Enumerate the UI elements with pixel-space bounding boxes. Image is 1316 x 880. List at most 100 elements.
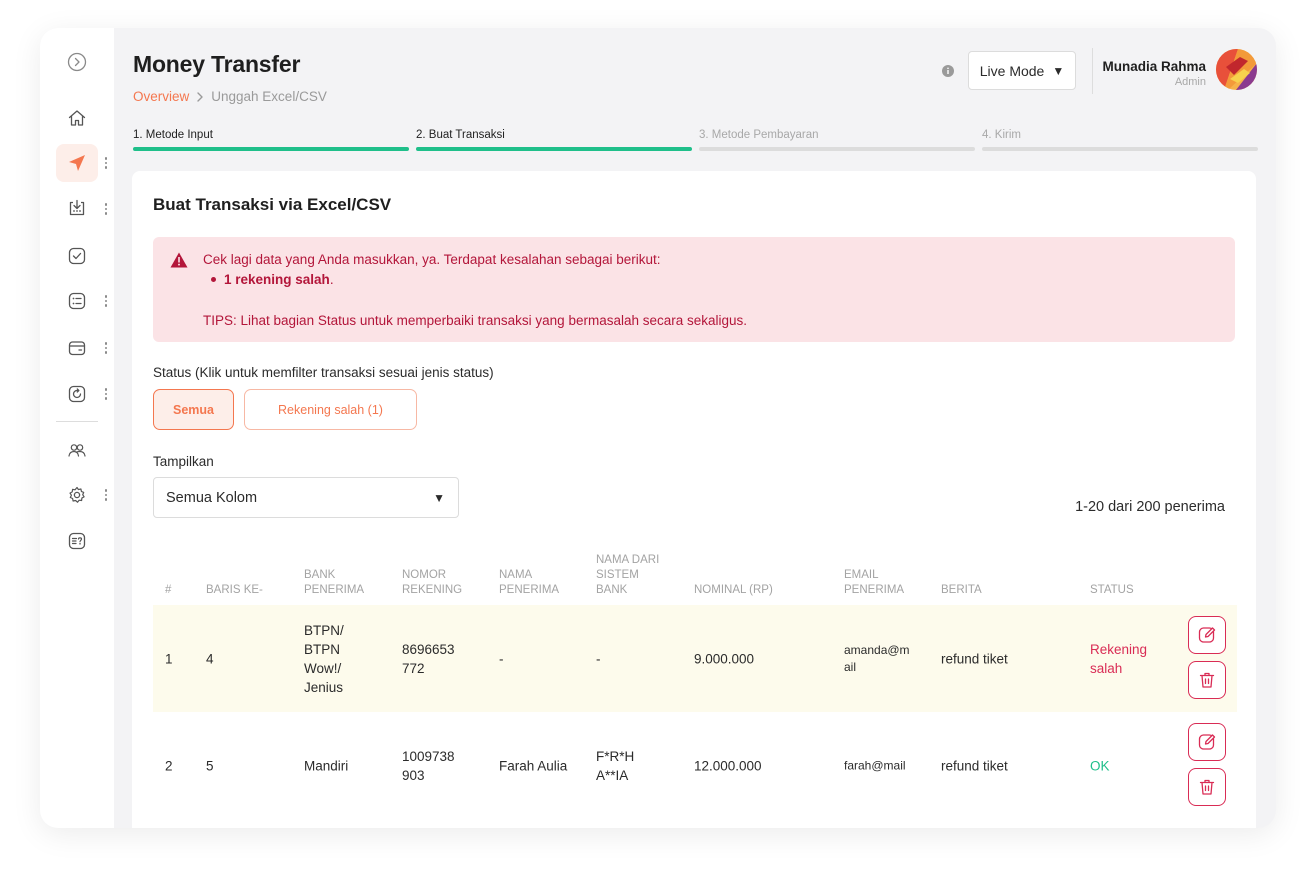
- sidebar-more-receive[interactable]: [102, 201, 110, 217]
- cell-no: 2: [165, 758, 173, 773]
- sidebar-item-wallet[interactable]: [56, 329, 98, 367]
- sidebar-expand-button[interactable]: [56, 43, 98, 81]
- cell-line: BTPN: [304, 641, 341, 657]
- header-line: NAMA: [499, 569, 533, 581]
- cell-line: 8696653: [402, 641, 455, 657]
- step-progress-bar: [416, 147, 692, 151]
- user-role: Admin: [1174, 76, 1206, 88]
- column-header-account: NOMOR REKENING: [402, 568, 462, 598]
- cell-line: Jenius: [304, 679, 344, 695]
- cell-line: F*R*H: [596, 748, 635, 764]
- cell-line: salah: [1090, 660, 1123, 676]
- column-select-value: Semua Kolom: [166, 489, 258, 506]
- breadcrumb-overview-link[interactable]: Overview: [133, 89, 189, 104]
- column-header-name: NAMA PENERIMA: [499, 568, 559, 598]
- sidebar-item-transfer[interactable]: [56, 144, 98, 182]
- header-line: BANK: [304, 569, 336, 581]
- sidebar-more-wallet[interactable]: [102, 340, 110, 356]
- sidebar: [40, 28, 114, 828]
- alert-tips: TIPS: Lihat bagian Status untuk memperba…: [203, 313, 748, 328]
- breadcrumb-current: Unggah Excel/CSV: [211, 89, 327, 104]
- sidebar-item-history[interactable]: [56, 375, 98, 413]
- filter-chip-wrong-account[interactable]: Rekening salah (1): [244, 389, 417, 430]
- cell-line: ail: [844, 659, 857, 674]
- sidebar-item-approval[interactable]: [56, 237, 98, 275]
- column-select[interactable]: Semua Kolom ▼: [153, 477, 459, 518]
- step-label: 4. Kirim: [982, 129, 1021, 141]
- sidebar-item-list[interactable]: [56, 282, 98, 320]
- sidebar-more-transfer[interactable]: [102, 155, 110, 171]
- table-row: 1 4 BTPN/ BTPN Wow!/ Jenius 8696653 772 …: [153, 605, 1237, 712]
- column-header-system-name: NAMA DARI SISTEM BANK: [596, 553, 659, 598]
- alert-message: Cek lagi data yang Anda masukkan, ya. Te…: [203, 252, 661, 267]
- cell-email: farah@mail: [844, 758, 906, 772]
- sidebar-more-settings[interactable]: [102, 487, 110, 503]
- step-4: 4. Kirim: [982, 129, 1258, 151]
- cell-account: 8696653 772: [402, 640, 455, 678]
- error-alert: Cek lagi data yang Anda masukkan, ya. Te…: [153, 237, 1235, 342]
- sidebar-item-users[interactable]: [56, 431, 98, 469]
- step-progress-bar: [982, 147, 1258, 151]
- cell-line: Wow!/: [304, 660, 342, 676]
- edit-button[interactable]: [1188, 723, 1226, 761]
- cell-amount: 12.000.000: [694, 758, 762, 773]
- edit-button[interactable]: [1188, 616, 1226, 654]
- column-select-label: Tampilkan: [153, 454, 214, 469]
- cell-system-name: -: [596, 651, 601, 666]
- column-header-email: EMAIL PENERIMA: [844, 568, 904, 598]
- help-icon: [68, 532, 86, 550]
- warning-icon: [170, 252, 188, 268]
- caret-down-icon: ▼: [1052, 63, 1065, 78]
- alert-bullet-bold: 1 rekening salah: [224, 272, 330, 287]
- cell-name: -: [499, 651, 504, 666]
- cell-note: refund tiket: [941, 651, 1008, 666]
- inbox-icon: [69, 199, 85, 216]
- header-line: EMAIL: [844, 569, 879, 581]
- history-icon: [68, 385, 86, 403]
- send-icon: [69, 155, 85, 171]
- status-badge: Rekening salah: [1090, 640, 1147, 678]
- sidebar-item-settings[interactable]: [56, 476, 98, 514]
- column-header-bank: BANK PENERIMA: [304, 568, 364, 598]
- status-filter-label: Status (Klik untuk memfilter transaksi s…: [153, 365, 494, 380]
- trash-icon: [1199, 779, 1215, 795]
- avatar[interactable]: [1216, 49, 1257, 90]
- sidebar-item-help[interactable]: [56, 522, 98, 560]
- page-title: Money Transfer: [133, 51, 301, 77]
- sidebar-more-list[interactable]: [102, 293, 110, 309]
- step-1: 1. Metode Input: [133, 129, 409, 151]
- home-icon: [68, 110, 86, 126]
- user-name: Munadia Rahma: [1102, 59, 1206, 74]
- sidebar-more-history[interactable]: [102, 386, 110, 402]
- step-2: 2. Buat Transaksi: [416, 129, 692, 151]
- delete-button[interactable]: [1188, 661, 1226, 699]
- cell-bank: BTPN/ BTPN Wow!/ Jenius: [304, 621, 344, 697]
- sidebar-item-receive[interactable]: [56, 189, 98, 227]
- step-progress-bar: [133, 147, 409, 151]
- wallet-icon: [68, 341, 86, 356]
- sidebar-item-home[interactable]: [56, 99, 98, 137]
- trash-icon: [1199, 672, 1215, 688]
- table-header: # BARIS KE- BANK PENERIMA NOMOR REKENING…: [153, 546, 1237, 598]
- recipient-count: 1-20 dari 200 penerima: [1075, 499, 1225, 515]
- delete-button[interactable]: [1188, 768, 1226, 806]
- column-header-note: BERITA: [941, 584, 982, 596]
- cell-line: amanda@m: [844, 642, 910, 657]
- mode-dropdown[interactable]: Live Mode ▼: [968, 51, 1076, 90]
- header-divider: [1092, 48, 1093, 94]
- cell-line: 1009738: [402, 748, 455, 764]
- column-header-amount: NOMINAL (RP): [694, 584, 773, 596]
- column-header-no: #: [165, 584, 172, 596]
- cell-row: 4: [206, 651, 214, 666]
- edit-icon: [1198, 627, 1216, 643]
- header-line: PENERIMA: [499, 584, 560, 596]
- info-icon[interactable]: [942, 65, 954, 77]
- cell-line: 772: [402, 660, 425, 676]
- chevron-right-icon: [197, 91, 203, 102]
- header-line: REKENING: [402, 584, 463, 596]
- card-title: Buat Transaksi via Excel/CSV: [153, 195, 392, 214]
- cell-bank: Mandiri: [304, 758, 349, 773]
- filter-chip-all[interactable]: Semua: [153, 389, 234, 430]
- expand-icon: [67, 52, 87, 72]
- alert-bullet: 1 rekening salah.: [211, 272, 334, 287]
